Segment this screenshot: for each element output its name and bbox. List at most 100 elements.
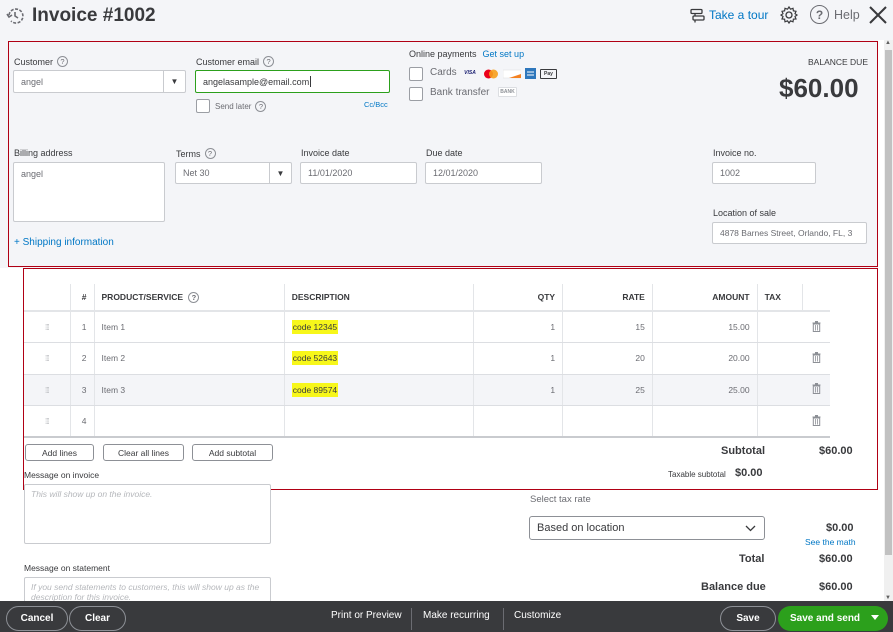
help-icon[interactable]: ? [57, 56, 69, 67]
tax-cell[interactable] [756, 311, 803, 343]
description-cell[interactable] [283, 405, 474, 438]
text-cursor [310, 76, 312, 87]
chevron-down-icon [745, 525, 756, 532]
rate-cell[interactable]: 25 [562, 374, 653, 406]
table-row[interactable]: ⁞⁞⁞ 4 [24, 405, 830, 438]
scrollbar-thumb[interactable] [885, 50, 892, 555]
qty-cell[interactable] [472, 405, 563, 438]
get-set-up-link[interactable]: Get set up [483, 49, 525, 59]
vertical-scrollbar[interactable]: ▲ ▼ [884, 40, 893, 601]
close-icon[interactable] [867, 4, 889, 26]
drag-handle-icon[interactable]: ⁞⁞⁞ [45, 354, 50, 363]
billing-address-input[interactable]: angel [13, 162, 165, 222]
table-row[interactable]: ⁞⁞⁞ 1 Item 1 code 12345 1 15 15.00 [24, 311, 830, 343]
help-icon[interactable]: ? [255, 101, 267, 112]
customer-label: Customer ? [14, 56, 69, 67]
drag-handle-icon[interactable]: ⁞⁞⁞ [45, 417, 50, 426]
rate-cell[interactable] [562, 405, 653, 438]
tax-rate-select[interactable]: Based on location [529, 516, 765, 540]
clear-button[interactable]: Clear [69, 606, 126, 631]
send-later-checkbox[interactable] [196, 99, 210, 113]
product-cell[interactable]: Item 3 [93, 374, 285, 406]
qty-cell[interactable]: 1 [472, 311, 563, 343]
rate-cell[interactable]: 20 [562, 342, 653, 375]
location-of-sale-input[interactable]: 4878 Barnes Street, Orlando, FL, 3 [712, 222, 867, 244]
help-icon[interactable]: ? [263, 56, 275, 67]
print-preview-link[interactable]: Print or Preview [331, 610, 402, 621]
add-lines-button[interactable]: Add lines [25, 444, 94, 461]
amex-icon [525, 68, 536, 79]
cards-checkbox[interactable] [409, 67, 423, 81]
help-icon[interactable]: ? [188, 291, 200, 303]
customer-email-input[interactable]: angelasample@email.com [195, 70, 390, 93]
shipping-information-link[interactable]: + Shipping information [14, 237, 114, 248]
page-title: Invoice #1002 [32, 5, 156, 26]
tax-rate-value: Based on location [537, 522, 625, 534]
trash-icon[interactable] [812, 383, 821, 395]
description-cell[interactable]: code 12345 [283, 311, 474, 343]
clear-all-lines-button[interactable]: Clear all lines [103, 444, 184, 461]
description-cell[interactable]: code 89574 [283, 374, 474, 406]
help-icon[interactable]: ? [204, 148, 216, 159]
rate-cell[interactable]: 15 [562, 311, 653, 343]
recent-transactions-icon[interactable] [5, 6, 25, 26]
terms-label: Terms ? [176, 148, 216, 159]
save-and-send-button[interactable]: Save and send [778, 606, 888, 631]
customer-email-label-text: Customer email [196, 56, 260, 67]
help-button[interactable]: ? Help [810, 5, 860, 24]
add-subtotal-button[interactable]: Add subtotal [192, 444, 273, 461]
tax-amount: $0.00 [826, 522, 854, 534]
tax-cell[interactable] [756, 342, 803, 375]
product-cell[interactable] [93, 405, 285, 438]
description-cell[interactable]: code 52643 [283, 342, 474, 375]
terms-select[interactable]: Net 30 ▼ [175, 162, 292, 184]
col-header-tax: TAX [756, 284, 803, 312]
cc-bcc-link[interactable]: Cc/Bcc [364, 100, 388, 109]
invoice-date-value: 11/01/2020 [308, 168, 353, 178]
col-header-qty: QTY [472, 284, 563, 312]
amount-cell[interactable]: 20.00 [651, 342, 758, 375]
save-button[interactable]: Save [720, 606, 776, 631]
due-date-input[interactable]: 12/01/2020 [425, 162, 542, 184]
tax-cell[interactable] [756, 405, 803, 438]
bank-transfer-checkbox[interactable] [409, 87, 423, 101]
qty-cell[interactable]: 1 [472, 342, 563, 375]
scroll-up-arrow-icon[interactable]: ▲ [885, 40, 891, 46]
customize-link[interactable]: Customize [514, 610, 561, 621]
caret-down-icon[interactable] [871, 615, 879, 620]
customer-select[interactable]: angel ▼ [13, 70, 186, 93]
table-row[interactable]: ⁞⁞⁞ 3 Item 3 code 89574 1 25 25.00 [24, 374, 830, 406]
invoice-no-input[interactable]: 1002 [712, 162, 816, 184]
drag-handle-icon[interactable]: ⁞⁞⁞ [45, 323, 50, 332]
cancel-button[interactable]: Cancel [6, 606, 68, 631]
drag-col-header [24, 284, 71, 312]
drag-handle-icon[interactable]: ⁞⁞⁞ [45, 386, 50, 395]
amount-cell[interactable]: 25.00 [651, 374, 758, 406]
footer-divider [503, 608, 504, 630]
help-label: Help [834, 7, 860, 22]
take-tour-link[interactable]: Take a tour [690, 7, 768, 23]
footer-divider [411, 608, 412, 630]
amount-cell[interactable] [651, 405, 758, 438]
description-text: code 89574 [291, 382, 339, 397]
trash-icon[interactable] [812, 320, 821, 332]
see-the-math-link[interactable]: See the math [805, 537, 856, 547]
table-row[interactable]: ⁞⁞⁞ 2 Item 2 code 52643 1 20 20.00 [24, 342, 830, 375]
dropdown-arrow-icon[interactable]: ▼ [163, 71, 185, 92]
dropdown-arrow-icon[interactable]: ▼ [269, 163, 291, 183]
col-header-description: DESCRIPTION [283, 284, 474, 312]
make-recurring-link[interactable]: Make recurring [423, 610, 490, 621]
invoice-date-input[interactable]: 11/01/2020 [300, 162, 417, 184]
mastercard-icon [484, 69, 498, 78]
product-cell[interactable]: Item 1 [93, 311, 285, 343]
tax-cell[interactable] [756, 374, 803, 406]
trash-icon[interactable] [812, 351, 821, 363]
taxable-subtotal-label: Taxable subtotal [668, 470, 726, 479]
trash-icon[interactable] [812, 414, 821, 426]
product-cell[interactable]: Item 2 [93, 342, 285, 375]
gear-icon[interactable] [779, 5, 799, 25]
amount-cell[interactable]: 15.00 [651, 311, 758, 343]
qty-cell[interactable]: 1 [472, 374, 563, 406]
message-on-invoice-input[interactable]: This will show up on the invoice. [24, 484, 271, 544]
discover-icon [503, 69, 521, 78]
